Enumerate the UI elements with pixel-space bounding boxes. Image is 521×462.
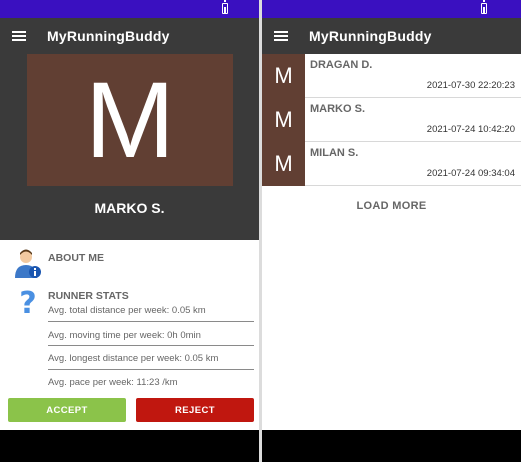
list-item[interactable]: M MARKO S. 2021-07-24 10:42:20 bbox=[262, 98, 521, 142]
question-mark-icon: ? bbox=[19, 286, 36, 318]
runner-stats-title: RUNNER STATS bbox=[48, 290, 129, 302]
stat-avg-longest-distance: Avg. longest distance per week: 0.05 km bbox=[48, 353, 219, 364]
avatar: M bbox=[262, 142, 305, 186]
list-item-name: DRAGAN D. bbox=[310, 59, 373, 71]
navigation-bar bbox=[0, 430, 259, 462]
app-bar: MyRunningBuddy bbox=[0, 18, 259, 54]
app-bar: MyRunningBuddy bbox=[262, 18, 521, 54]
list-item-datetime: 2021-07-24 09:34:04 bbox=[426, 168, 515, 179]
accept-button[interactable]: ACCEPT bbox=[8, 398, 126, 422]
avatar-letter: M bbox=[85, 59, 175, 180]
profile-header: M MARKO S. bbox=[0, 54, 259, 240]
list-item-name: MILAN S. bbox=[310, 147, 359, 159]
svg-text:?: ? bbox=[19, 286, 36, 318]
avatar: M bbox=[262, 98, 305, 142]
profile-name: MARKO S. bbox=[94, 200, 165, 216]
requests-screen: MyRunningBuddy M DRAGAN D. 2021-07-30 22… bbox=[262, 0, 521, 462]
stat-avg-moving-time: Avg. moving time per week: 0h 0min bbox=[48, 330, 201, 341]
list-item-datetime: 2021-07-24 10:42:20 bbox=[426, 124, 515, 135]
person-info-icon bbox=[15, 249, 41, 278]
app-title: MyRunningBuddy bbox=[309, 28, 432, 44]
list-item-datetime: 2021-07-30 22:20:23 bbox=[426, 80, 515, 91]
stat-divider bbox=[48, 321, 254, 322]
navigation-bar bbox=[262, 430, 521, 462]
stat-avg-total-distance: Avg. total distance per week: 0.05 km bbox=[48, 305, 206, 316]
stat-divider bbox=[48, 369, 254, 370]
stat-divider bbox=[48, 345, 254, 346]
stat-avg-pace: Avg. pace per week: 11:23 /km bbox=[48, 377, 178, 388]
menu-icon[interactable] bbox=[12, 30, 26, 42]
list-item[interactable]: M DRAGAN D. 2021-07-30 22:20:23 bbox=[262, 54, 521, 98]
list-item[interactable]: M MILAN S. 2021-07-24 09:34:04 bbox=[262, 142, 521, 186]
avatar: M bbox=[262, 54, 305, 98]
runner-stats-section: ? RUNNER STATS Avg. total distance per w… bbox=[0, 284, 259, 396]
menu-icon[interactable] bbox=[274, 30, 288, 42]
status-bar bbox=[0, 0, 259, 18]
list-item-name: MARKO S. bbox=[310, 103, 365, 115]
app-title: MyRunningBuddy bbox=[47, 28, 170, 44]
battery-icon bbox=[481, 0, 487, 14]
load-more-button[interactable]: LOAD MORE bbox=[262, 200, 521, 212]
profile-screen: MyRunningBuddy M MARKO S. ABOUT ME ? RUN… bbox=[0, 0, 259, 462]
battery-icon bbox=[222, 0, 228, 14]
reject-button[interactable]: REJECT bbox=[136, 398, 254, 422]
about-me-section[interactable]: ABOUT ME bbox=[0, 240, 259, 280]
about-me-title: ABOUT ME bbox=[48, 252, 104, 264]
status-bar bbox=[262, 0, 521, 18]
avatar: M bbox=[27, 54, 233, 186]
